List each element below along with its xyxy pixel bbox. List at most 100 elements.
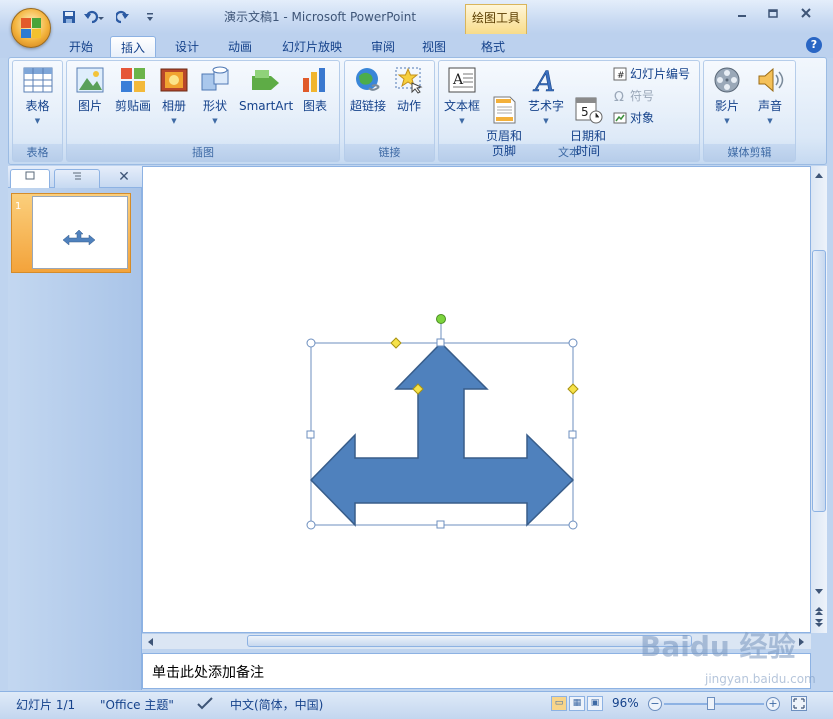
- theme-name[interactable]: "Office 主题": [100, 696, 174, 713]
- textbox-icon: A: [447, 66, 477, 96]
- photo-album-label: 相册: [161, 99, 186, 113]
- tab-insert[interactable]: 插入: [110, 36, 156, 58]
- scroll-right-icon[interactable]: [798, 637, 806, 647]
- fit-to-window-icon[interactable]: [791, 696, 807, 711]
- slide-sorter-view-icon[interactable]: ▦: [569, 696, 585, 711]
- table-icon: [23, 66, 53, 96]
- next-slide-icon[interactable]: [814, 618, 824, 628]
- customize-qat-icon[interactable]: [144, 9, 156, 25]
- close-panel-icon[interactable]: ✕: [116, 169, 132, 185]
- smartart-button[interactable]: SmartArt: [239, 66, 293, 114]
- symbol-label: 符号: [630, 89, 655, 103]
- object-label: 对象: [630, 111, 655, 125]
- scroll-down-icon[interactable]: [814, 588, 824, 596]
- svg-text:A: A: [452, 72, 464, 88]
- picture-button[interactable]: 图片: [71, 66, 109, 114]
- svg-text:#: #: [617, 71, 625, 81]
- baidu-watermark: Baidu 经验: [640, 630, 796, 663]
- spell-check-icon[interactable]: [196, 696, 214, 713]
- chart-button[interactable]: 图表: [297, 66, 333, 114]
- left-right-up-arrow-shape[interactable]: [309, 341, 575, 527]
- close-button[interactable]: [795, 6, 817, 24]
- resize-handle-right[interactable]: [568, 430, 577, 439]
- speaker-icon: [755, 66, 785, 96]
- svg-text:5: 5: [581, 105, 589, 119]
- chevron-down-icon: ▼: [543, 117, 549, 125]
- resize-handle-bottom-left[interactable]: [306, 520, 316, 530]
- date-time-button[interactable]: 5 日期和 时间: [568, 66, 608, 159]
- tab-home[interactable]: 开始: [58, 36, 104, 58]
- horizontal-scroll-thumb[interactable]: [247, 635, 692, 647]
- sound-button[interactable]: 声音 ▼: [751, 66, 789, 129]
- scroll-left-icon[interactable]: [146, 637, 154, 647]
- tab-slideshow[interactable]: 幻灯片放映: [276, 36, 348, 58]
- tab-view[interactable]: 视图: [411, 36, 457, 58]
- header-footer-button[interactable]: 页眉和 页脚: [483, 66, 525, 159]
- photo-album-icon: [159, 66, 189, 96]
- wordart-label: 艺术字: [527, 99, 564, 113]
- object-button[interactable]: 对象: [613, 109, 654, 127]
- zoom-in-icon[interactable]: +: [766, 697, 780, 711]
- maximize-button[interactable]: [762, 6, 784, 24]
- rotation-handle[interactable]: [436, 314, 446, 324]
- tab-animations[interactable]: 动画: [217, 36, 263, 58]
- clipart-button[interactable]: 剪贴画: [111, 66, 155, 114]
- table-label: 表格: [25, 99, 50, 113]
- hyperlink-button[interactable]: 超链接: [347, 66, 389, 114]
- minimize-button[interactable]: [731, 6, 753, 24]
- normal-view-icon[interactable]: ▭: [551, 696, 567, 711]
- action-star-icon: [394, 66, 424, 96]
- hyperlink-globe-icon: [353, 66, 383, 96]
- resize-handle-bottom[interactable]: [436, 520, 445, 529]
- language[interactable]: 中文(简体，中国): [230, 696, 323, 713]
- movie-label: 影片: [714, 99, 739, 113]
- wordart-button[interactable]: A 艺术字 ▼: [526, 65, 566, 129]
- omega-icon: Ω: [614, 90, 624, 103]
- group-label-links: 链接: [345, 144, 434, 161]
- slide-thumbnail[interactable]: [32, 196, 128, 269]
- resize-handle-top[interactable]: [436, 338, 445, 347]
- slideshow-view-icon[interactable]: ▣: [587, 696, 603, 711]
- smartart-label: SmartArt: [239, 99, 294, 113]
- slides-tab[interactable]: [10, 169, 50, 188]
- chevron-down-icon: ▼: [724, 117, 730, 125]
- table-button[interactable]: 表格 ▼: [14, 66, 61, 129]
- baidu-watermark-url: jingyan.baidu.com: [705, 672, 816, 686]
- shapes-button[interactable]: 形状 ▼: [197, 66, 233, 129]
- slide-number-label: 幻灯片编号: [630, 67, 691, 81]
- office-button[interactable]: [11, 8, 51, 48]
- photo-album-button[interactable]: 相册 ▼: [157, 66, 191, 129]
- help-icon[interactable]: ?: [806, 37, 822, 53]
- resize-handle-top-right[interactable]: [568, 338, 578, 348]
- object-icon: [613, 112, 627, 124]
- resize-handle-left[interactable]: [306, 430, 315, 439]
- tab-review[interactable]: 审阅: [360, 36, 406, 58]
- redo-icon[interactable]: [114, 9, 132, 25]
- previous-slide-icon[interactable]: [814, 606, 824, 616]
- zoom-slider-thumb[interactable]: [707, 697, 715, 710]
- adjust-handle-3[interactable]: [567, 383, 579, 395]
- zoom-level[interactable]: 96%: [612, 696, 639, 710]
- tab-format[interactable]: 格式: [470, 36, 516, 58]
- scroll-up-icon[interactable]: [814, 171, 824, 179]
- vertical-scroll-thumb[interactable]: [812, 250, 826, 512]
- slide-canvas[interactable]: [143, 167, 812, 634]
- picture-label: 图片: [77, 99, 102, 113]
- symbol-button[interactable]: Ω 符号: [613, 87, 654, 105]
- resize-handle-top-left[interactable]: [306, 338, 316, 348]
- tab-design[interactable]: 设计: [164, 36, 210, 58]
- movie-button[interactable]: 影片 ▼: [708, 66, 746, 129]
- outline-tab[interactable]: [54, 169, 100, 188]
- resize-handle-bottom-right[interactable]: [568, 520, 578, 530]
- undo-icon[interactable]: [82, 9, 106, 25]
- slide-number-button[interactable]: # 幻灯片编号: [613, 65, 690, 83]
- action-button[interactable]: 动作: [392, 66, 426, 114]
- zoom-out-icon[interactable]: −: [648, 697, 662, 711]
- chevron-down-icon: ▼: [171, 117, 177, 125]
- save-icon[interactable]: [60, 9, 78, 25]
- adjust-handle-1[interactable]: [390, 337, 402, 349]
- group-label-table: 表格: [13, 144, 62, 161]
- notes-placeholder: 单击此处添加备注: [152, 665, 264, 681]
- textbox-button[interactable]: A 文本框 ▼: [442, 66, 482, 129]
- slide-editing-area[interactable]: [142, 166, 811, 633]
